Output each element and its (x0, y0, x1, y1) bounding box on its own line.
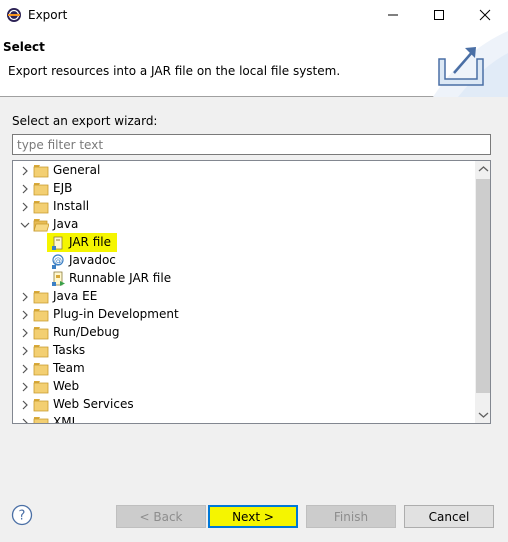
javadoc-icon: @ (52, 254, 64, 269)
chevron-right-icon[interactable] (20, 202, 30, 212)
close-icon (479, 9, 491, 21)
back-button[interactable]: < Back (116, 505, 206, 528)
folder-icon (33, 309, 49, 322)
wizard-header: Select Export resources into a JAR file … (0, 31, 508, 97)
chevron-right-icon[interactable] (20, 292, 30, 302)
wizard-list-label: Select an export wizard: (12, 114, 158, 128)
folder-icon (33, 345, 49, 358)
jar-file-icon (52, 236, 63, 250)
cancel-button[interactable]: Cancel (404, 505, 494, 528)
folder-icon (33, 183, 49, 196)
tree-item-java[interactable]: Java (13, 216, 475, 234)
tree-item-run-debug[interactable]: Run/Debug (13, 324, 475, 342)
tree-item-label: General (53, 163, 101, 177)
folder-icon (33, 399, 49, 412)
chevron-right-icon[interactable] (20, 166, 30, 176)
folder-icon (33, 363, 49, 376)
folder-icon (33, 381, 49, 394)
title-bar: Export (0, 0, 508, 31)
tree-item-jar-file[interactable]: JAR file (13, 234, 475, 252)
maximize-button[interactable] (416, 0, 462, 31)
tree-item-label: EJB (53, 181, 73, 195)
scrollbar-thumb[interactable] (476, 179, 490, 393)
tree-item-label: Java EE (53, 289, 98, 303)
chevron-right-icon[interactable] (20, 382, 30, 392)
next-button[interactable]: Next > (208, 505, 298, 528)
close-button[interactable] (462, 0, 508, 31)
tree-item-label: Run/Debug (53, 325, 120, 339)
filter-input[interactable] (12, 134, 491, 155)
window-title: Export (28, 8, 68, 22)
eclipse-app-icon (7, 8, 21, 22)
help-icon[interactable]: ? (11, 504, 33, 526)
tree-item-label: Runnable JAR file (69, 271, 172, 285)
svg-text:@: @ (54, 256, 62, 265)
tree-item-web-services[interactable]: Web Services (13, 396, 475, 414)
page-title: Select (3, 40, 45, 54)
folder-icon (33, 291, 49, 304)
minimize-icon (388, 14, 398, 16)
tree-item-plugin-development[interactable]: Plug-in Development (13, 306, 475, 324)
export-wizard-tree[interactable]: General EJB Install Java JAR file @ Java… (12, 160, 491, 424)
chevron-right-icon[interactable] (20, 328, 30, 338)
scroll-down-arrow-icon[interactable] (475, 406, 491, 423)
runnable-jar-icon (52, 271, 65, 286)
chevron-right-icon[interactable] (20, 346, 30, 356)
tree-item-install[interactable]: Install (13, 198, 475, 216)
tree-item-label: Java (53, 217, 79, 231)
tree-item-ejb[interactable]: EJB (13, 180, 475, 198)
tree-item-java-ee[interactable]: Java EE (13, 288, 475, 306)
tree-item-runnable-jar[interactable]: Runnable JAR file (13, 270, 475, 288)
chevron-right-icon[interactable] (20, 184, 30, 194)
tree-item-general[interactable]: General (13, 162, 475, 180)
tree-item-label: Install (53, 199, 90, 213)
scroll-up-arrow-icon[interactable] (475, 161, 491, 178)
tree-scrollbar[interactable] (475, 161, 491, 423)
tree-item-tasks[interactable]: Tasks (13, 342, 475, 360)
folder-icon (33, 327, 49, 340)
folder-icon (33, 201, 49, 214)
maximize-icon (434, 10, 444, 20)
tree-item-javadoc[interactable]: @ Javadoc (13, 252, 475, 270)
folder-open-icon (33, 219, 49, 232)
page-description: Export resources into a JAR file on the … (8, 64, 341, 78)
chevron-right-icon[interactable] (20, 364, 30, 374)
tree-item-web[interactable]: Web (13, 378, 475, 396)
minimize-button[interactable] (370, 0, 416, 31)
tree-item-label: Web Services (53, 397, 134, 411)
chevron-right-icon[interactable] (20, 418, 30, 424)
tree-item-team[interactable]: Team (13, 360, 475, 378)
chevron-down-icon[interactable] (20, 220, 30, 230)
svg-text:?: ? (19, 509, 26, 524)
chevron-right-icon[interactable] (20, 310, 30, 320)
tree-item-label: Web (53, 379, 80, 393)
chevron-right-icon[interactable] (20, 400, 30, 410)
export-wizard-icon (438, 47, 484, 86)
folder-icon (33, 417, 49, 423)
tree-item-label: Tasks (53, 343, 86, 357)
tree-item-label: Plug-in Development (53, 307, 179, 321)
tree-item-label: Team (53, 361, 85, 375)
tree-item-xml[interactable]: XML (13, 414, 475, 424)
tree-item-label: JAR file (69, 235, 111, 249)
finish-button[interactable]: Finish (306, 505, 396, 528)
folder-icon (33, 165, 49, 178)
tree-item-label: Javadoc (69, 253, 116, 267)
tree-item-label: XML (53, 415, 79, 424)
